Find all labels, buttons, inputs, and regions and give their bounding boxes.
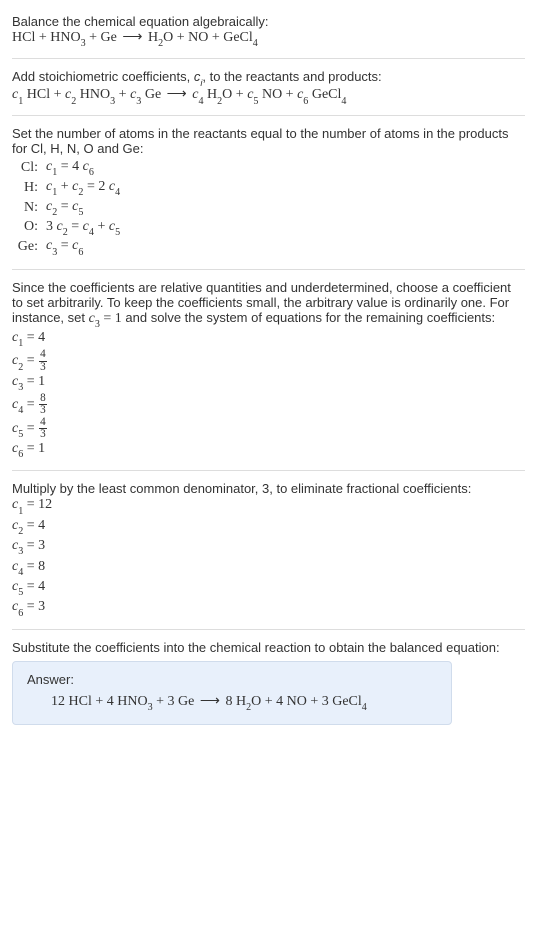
coeff-equation: c1 HCl + c2 HNO3 + c3 Ge ⟶ c4 H2O + c5 N… xyxy=(12,86,525,105)
add-coeffs: Add stoichiometric coefficients, ci, to … xyxy=(12,63,525,111)
answer-label: Answer: xyxy=(27,672,437,687)
table-row: Cl: c1 = 4 c6 xyxy=(12,158,124,178)
element-eq: c2 = c5 xyxy=(42,198,124,218)
table-row: Ge: c3 = c6 xyxy=(12,237,124,257)
element-eq: c3 = c6 xyxy=(42,237,124,257)
den: 3 xyxy=(39,429,47,440)
coeff-c2: c2 = 43 xyxy=(12,349,525,372)
element-label: Ge: xyxy=(12,237,42,257)
table-row: N: c2 = c5 xyxy=(12,198,124,218)
intro-text-3: Set the number of atoms in the reactants… xyxy=(12,126,525,156)
table-row: O: 3 c2 = c4 + c5 xyxy=(12,218,124,238)
coeff-c6: c6 = 1 xyxy=(12,440,525,460)
unbalanced-equation: HCl + HNO3 + Ge ⟶ H2O + NO + GeCl4 xyxy=(12,29,525,48)
den: 3 xyxy=(39,362,47,373)
divider xyxy=(12,470,525,471)
coeff-c1: c1 = 4 xyxy=(12,329,525,349)
divider xyxy=(12,115,525,116)
intro-text-4: Since the coefficients are relative quan… xyxy=(12,280,525,329)
element-label: H: xyxy=(12,178,42,198)
answer-box: Answer: 12 HCl + 4 HNO3 + 3 Ge ⟶ 8 H2O +… xyxy=(12,661,452,725)
element-label: Cl: xyxy=(12,158,42,178)
atom-balance: Set the number of atoms in the reactants… xyxy=(12,120,525,265)
element-eq: 3 c2 = c4 + c5 xyxy=(42,218,124,238)
coeff-c3-int: c3 = 3 xyxy=(12,537,525,557)
divider xyxy=(12,58,525,59)
divider xyxy=(12,629,525,630)
coeff-c5-int: c5 = 4 xyxy=(12,578,525,598)
element-label: O: xyxy=(12,218,42,238)
text: , to the reactants and products: xyxy=(202,69,381,84)
substitute-section: Substitute the coefficients into the che… xyxy=(12,634,525,731)
den: 3 xyxy=(39,405,47,416)
intro-text-5: Multiply by the least common denominator… xyxy=(12,481,525,496)
coeff-c3: c3 = 1 xyxy=(12,373,525,393)
set-c3: c3 = 1 xyxy=(89,311,122,326)
intro-text-2: Add stoichiometric coefficients, ci, to … xyxy=(12,69,525,87)
intro-text-1: Balance the chemical equation algebraica… xyxy=(12,14,525,29)
text: Add stoichiometric coefficients, xyxy=(12,69,194,84)
coeff-c5: c5 = 43 xyxy=(12,417,525,440)
num: 4 xyxy=(39,417,47,429)
coeff-c4-int: c4 = 8 xyxy=(12,558,525,578)
element-equations-table: Cl: c1 = 4 c6 H: c1 + c2 = 2 c4 N: c2 = … xyxy=(12,158,124,257)
intro-algebraic: Balance the chemical equation algebraica… xyxy=(12,8,525,54)
element-eq: c1 = 4 c6 xyxy=(42,158,124,178)
coeff-c2-int: c2 = 4 xyxy=(12,517,525,537)
intro-text-6: Substitute the coefficients into the che… xyxy=(12,640,525,655)
element-eq: c1 + c2 = 2 c4 xyxy=(42,178,124,198)
lcm-section: Multiply by the least common denominator… xyxy=(12,475,525,624)
divider xyxy=(12,269,525,270)
solve-section: Since the coefficients are relative quan… xyxy=(12,274,525,466)
element-label: N: xyxy=(12,198,42,218)
coeff-c1-int: c1 = 12 xyxy=(12,496,525,516)
balanced-equation: 12 HCl + 4 HNO3 + 3 Ge ⟶ 8 H2O + 4 NO + … xyxy=(27,693,437,712)
text: and solve the system of equations for th… xyxy=(122,310,495,325)
coeff-c6-int: c6 = 3 xyxy=(12,598,525,618)
table-row: H: c1 + c2 = 2 c4 xyxy=(12,178,124,198)
num: 4 xyxy=(39,349,47,361)
coeff-c4: c4 = 83 xyxy=(12,393,525,416)
